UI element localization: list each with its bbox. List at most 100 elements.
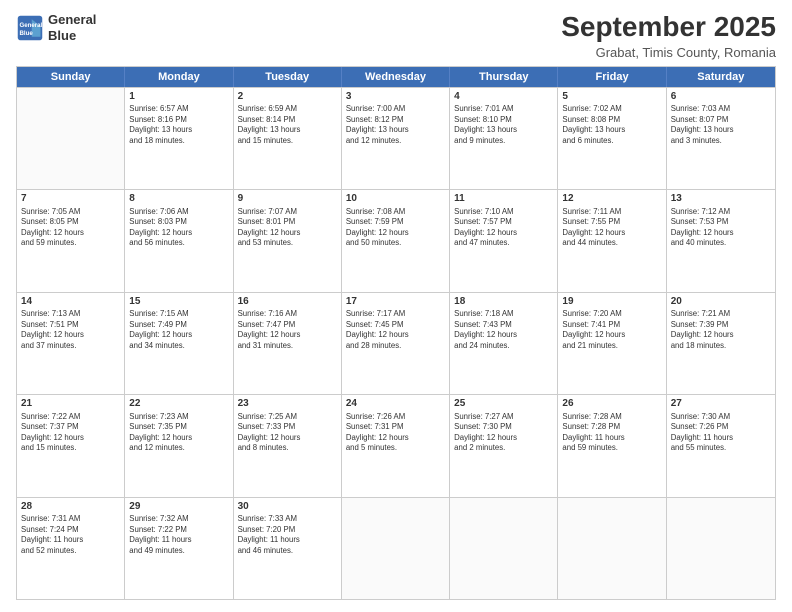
info-line: and 40 minutes. [671, 238, 771, 249]
info-line: Sunrise: 7:32 AM [129, 514, 228, 525]
calendar-cell: 26Sunrise: 7:28 AMSunset: 7:28 PMDayligh… [558, 395, 666, 496]
day-number: 11 [454, 192, 553, 206]
info-line: Sunrise: 7:18 AM [454, 309, 553, 320]
info-line: Daylight: 12 hours [346, 433, 445, 444]
info-line: and 28 minutes. [346, 341, 445, 352]
calendar-cell: 10Sunrise: 7:08 AMSunset: 7:59 PMDayligh… [342, 190, 450, 291]
info-line: Daylight: 13 hours [129, 125, 228, 136]
info-line: Daylight: 12 hours [562, 330, 661, 341]
calendar-cell: 21Sunrise: 7:22 AMSunset: 7:37 PMDayligh… [17, 395, 125, 496]
info-line: Sunset: 7:59 PM [346, 217, 445, 228]
calendar-cell: 2Sunrise: 6:59 AMSunset: 8:14 PMDaylight… [234, 88, 342, 189]
calendar-cell [342, 498, 450, 599]
calendar-cell: 15Sunrise: 7:15 AMSunset: 7:49 PMDayligh… [125, 293, 233, 394]
info-line: Daylight: 12 hours [671, 330, 771, 341]
info-line: and 50 minutes. [346, 238, 445, 249]
info-line: Sunset: 8:12 PM [346, 115, 445, 126]
info-line: Sunset: 7:43 PM [454, 320, 553, 331]
info-line: Sunrise: 7:10 AM [454, 207, 553, 218]
calendar-cell: 20Sunrise: 7:21 AMSunset: 7:39 PMDayligh… [667, 293, 775, 394]
info-line: Daylight: 12 hours [21, 228, 120, 239]
info-line: Daylight: 11 hours [238, 535, 337, 546]
info-line: Sunset: 7:47 PM [238, 320, 337, 331]
calendar-cell: 29Sunrise: 7:32 AMSunset: 7:22 PMDayligh… [125, 498, 233, 599]
day-number: 15 [129, 295, 228, 309]
info-line: and 34 minutes. [129, 341, 228, 352]
info-line: Daylight: 12 hours [671, 228, 771, 239]
info-line: Sunrise: 7:08 AM [346, 207, 445, 218]
location-title: Grabat, Timis County, Romania [561, 45, 776, 60]
day-number: 8 [129, 192, 228, 206]
weekday-header: Saturday [667, 67, 775, 87]
info-line: Sunrise: 7:28 AM [562, 412, 661, 423]
weekday-header: Wednesday [342, 67, 450, 87]
info-line: Sunset: 8:07 PM [671, 115, 771, 126]
info-line: Sunset: 7:51 PM [21, 320, 120, 331]
calendar-cell: 23Sunrise: 7:25 AMSunset: 7:33 PMDayligh… [234, 395, 342, 496]
info-line: Sunrise: 7:25 AM [238, 412, 337, 423]
info-line: Daylight: 12 hours [21, 433, 120, 444]
info-line: Sunset: 8:14 PM [238, 115, 337, 126]
info-line: Daylight: 13 hours [671, 125, 771, 136]
info-line: Sunset: 7:39 PM [671, 320, 771, 331]
info-line: and 53 minutes. [238, 238, 337, 249]
info-line: Daylight: 11 hours [129, 535, 228, 546]
info-line: and 44 minutes. [562, 238, 661, 249]
calendar-cell [558, 498, 666, 599]
weekday-header: Friday [558, 67, 666, 87]
info-line: Sunset: 7:26 PM [671, 422, 771, 433]
info-line: and 59 minutes. [562, 443, 661, 454]
day-number: 12 [562, 192, 661, 206]
day-number: 26 [562, 397, 661, 411]
info-line: Sunset: 7:57 PM [454, 217, 553, 228]
info-line: Daylight: 12 hours [238, 433, 337, 444]
info-line: Sunrise: 7:12 AM [671, 207, 771, 218]
calendar-cell: 27Sunrise: 7:30 AMSunset: 7:26 PMDayligh… [667, 395, 775, 496]
day-number: 1 [129, 90, 228, 104]
info-line: and 56 minutes. [129, 238, 228, 249]
calendar-cell: 11Sunrise: 7:10 AMSunset: 7:57 PMDayligh… [450, 190, 558, 291]
info-line: Daylight: 13 hours [454, 125, 553, 136]
info-line: Sunrise: 6:59 AM [238, 104, 337, 115]
calendar-cell: 5Sunrise: 7:02 AMSunset: 8:08 PMDaylight… [558, 88, 666, 189]
day-number: 7 [21, 192, 120, 206]
day-number: 29 [129, 500, 228, 514]
info-line: and 21 minutes. [562, 341, 661, 352]
calendar-row: 1Sunrise: 6:57 AMSunset: 8:16 PMDaylight… [17, 87, 775, 189]
header: General Blue General Blue September 2025… [16, 12, 776, 60]
calendar-cell: 8Sunrise: 7:06 AMSunset: 8:03 PMDaylight… [125, 190, 233, 291]
info-line: Sunset: 7:22 PM [129, 525, 228, 536]
info-line: Sunset: 7:35 PM [129, 422, 228, 433]
info-line: Sunset: 8:08 PM [562, 115, 661, 126]
day-number: 14 [21, 295, 120, 309]
svg-text:Blue: Blue [20, 30, 34, 37]
day-number: 19 [562, 295, 661, 309]
day-number: 17 [346, 295, 445, 309]
calendar-cell: 1Sunrise: 6:57 AMSunset: 8:16 PMDaylight… [125, 88, 233, 189]
calendar-cell: 3Sunrise: 7:00 AMSunset: 8:12 PMDaylight… [342, 88, 450, 189]
info-line: Daylight: 12 hours [454, 228, 553, 239]
info-line: Daylight: 12 hours [21, 330, 120, 341]
info-line: and 3 minutes. [671, 136, 771, 147]
info-line: Sunrise: 7:01 AM [454, 104, 553, 115]
info-line: and 31 minutes. [238, 341, 337, 352]
logo: General Blue General Blue [16, 12, 96, 43]
info-line: Sunrise: 7:02 AM [562, 104, 661, 115]
calendar-row: 21Sunrise: 7:22 AMSunset: 7:37 PMDayligh… [17, 394, 775, 496]
info-line: Daylight: 12 hours [238, 330, 337, 341]
info-line: Sunset: 8:16 PM [129, 115, 228, 126]
info-line: Sunrise: 7:27 AM [454, 412, 553, 423]
info-line: Sunset: 7:33 PM [238, 422, 337, 433]
info-line: Sunrise: 7:03 AM [671, 104, 771, 115]
info-line: Sunset: 7:20 PM [238, 525, 337, 536]
info-line: Sunset: 7:53 PM [671, 217, 771, 228]
info-line: Sunset: 7:55 PM [562, 217, 661, 228]
info-line: Daylight: 11 hours [671, 433, 771, 444]
calendar-cell: 6Sunrise: 7:03 AMSunset: 8:07 PMDaylight… [667, 88, 775, 189]
info-line: Sunset: 8:05 PM [21, 217, 120, 228]
calendar-cell: 16Sunrise: 7:16 AMSunset: 7:47 PMDayligh… [234, 293, 342, 394]
info-line: Sunrise: 7:20 AM [562, 309, 661, 320]
calendar-cell: 22Sunrise: 7:23 AMSunset: 7:35 PMDayligh… [125, 395, 233, 496]
day-number: 3 [346, 90, 445, 104]
info-line: and 9 minutes. [454, 136, 553, 147]
